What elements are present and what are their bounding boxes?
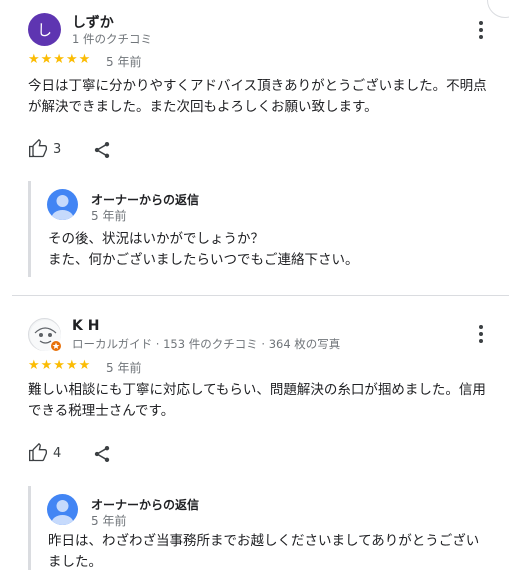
local-guide-badge-icon bbox=[50, 340, 62, 352]
thumb-up-icon bbox=[29, 139, 47, 158]
reviewer-meta: 1 件のクチコミ bbox=[72, 32, 152, 46]
share-icon bbox=[94, 446, 110, 462]
avatar[interactable] bbox=[28, 318, 62, 352]
person-icon bbox=[51, 195, 74, 220]
star-rating: ★★★★★ bbox=[28, 358, 92, 373]
reviewer-name[interactable]: K H bbox=[72, 318, 99, 334]
owner-reply-time: 5 年前 bbox=[91, 514, 127, 528]
star-rating: ★★★★★ bbox=[28, 52, 92, 67]
review-text: 今日は丁寧に分かりやすくアドバイス頂きありがとうございました。不明点が解決できま… bbox=[28, 78, 487, 115]
owner-reply-title: オーナーからの返信 bbox=[91, 193, 200, 207]
owner-avatar bbox=[47, 189, 78, 220]
share-icon bbox=[94, 142, 110, 158]
more-options-button[interactable] bbox=[471, 322, 491, 346]
dot bbox=[479, 35, 483, 39]
dot bbox=[479, 21, 483, 25]
owner-reply-text: その後、状況はいかがでしょうか？ また、何かございましたらいつでもご連絡下さい。 bbox=[48, 231, 359, 268]
review-text: 難しい相談にも丁寧に対応してもらい、問題解決の糸口が掴めました。信用できる税理士… bbox=[28, 382, 486, 419]
more-options-button[interactable] bbox=[471, 18, 491, 42]
like-button[interactable]: 3 bbox=[28, 139, 61, 159]
dot bbox=[479, 339, 483, 343]
like-count: 3 bbox=[53, 141, 62, 157]
owner-reply-text: 昨日は、わざわざ当事務所までお越しくださいましてありがとうございました。 bbox=[48, 533, 480, 570]
reviewer-meta: ローカルガイド · 153 件のクチコミ · 364 枚の写真 bbox=[72, 337, 341, 351]
avatar-letter: し bbox=[36, 21, 52, 39]
review-time: 5 年前 bbox=[106, 55, 142, 69]
dot bbox=[479, 332, 483, 336]
dot bbox=[479, 325, 483, 329]
reviewer-name[interactable]: しずか bbox=[72, 12, 114, 32]
person-icon bbox=[51, 500, 74, 525]
avatar[interactable]: し bbox=[28, 13, 61, 46]
review-time: 5 年前 bbox=[106, 361, 142, 375]
review-card: し しずか 1 件のクチコミ ★★★★★ 5 年前 今日は丁寧に分かりやすくアド… bbox=[0, 0, 509, 296]
owner-reply: オーナーからの返信 5 年前 昨日は、わざわざ当事務所までお越しくださいましてあ… bbox=[28, 486, 488, 570]
owner-reply-title: オーナーからの返信 bbox=[91, 498, 200, 512]
like-count: 4 bbox=[53, 445, 62, 461]
like-button[interactable]: 4 bbox=[28, 443, 61, 463]
owner-reply-time: 5 年前 bbox=[91, 209, 127, 223]
share-button[interactable] bbox=[92, 140, 112, 164]
review-card: K H ローカルガイド · 153 件のクチコミ · 364 枚の写真 ★★★★… bbox=[0, 296, 509, 570]
dot bbox=[479, 28, 483, 32]
owner-reply: オーナーからの返信 5 年前 その後、状況はいかがでしょうか？ また、何かござい… bbox=[28, 181, 488, 277]
owner-avatar bbox=[47, 494, 78, 525]
thumb-up-icon bbox=[29, 443, 47, 462]
share-button[interactable] bbox=[92, 444, 112, 468]
